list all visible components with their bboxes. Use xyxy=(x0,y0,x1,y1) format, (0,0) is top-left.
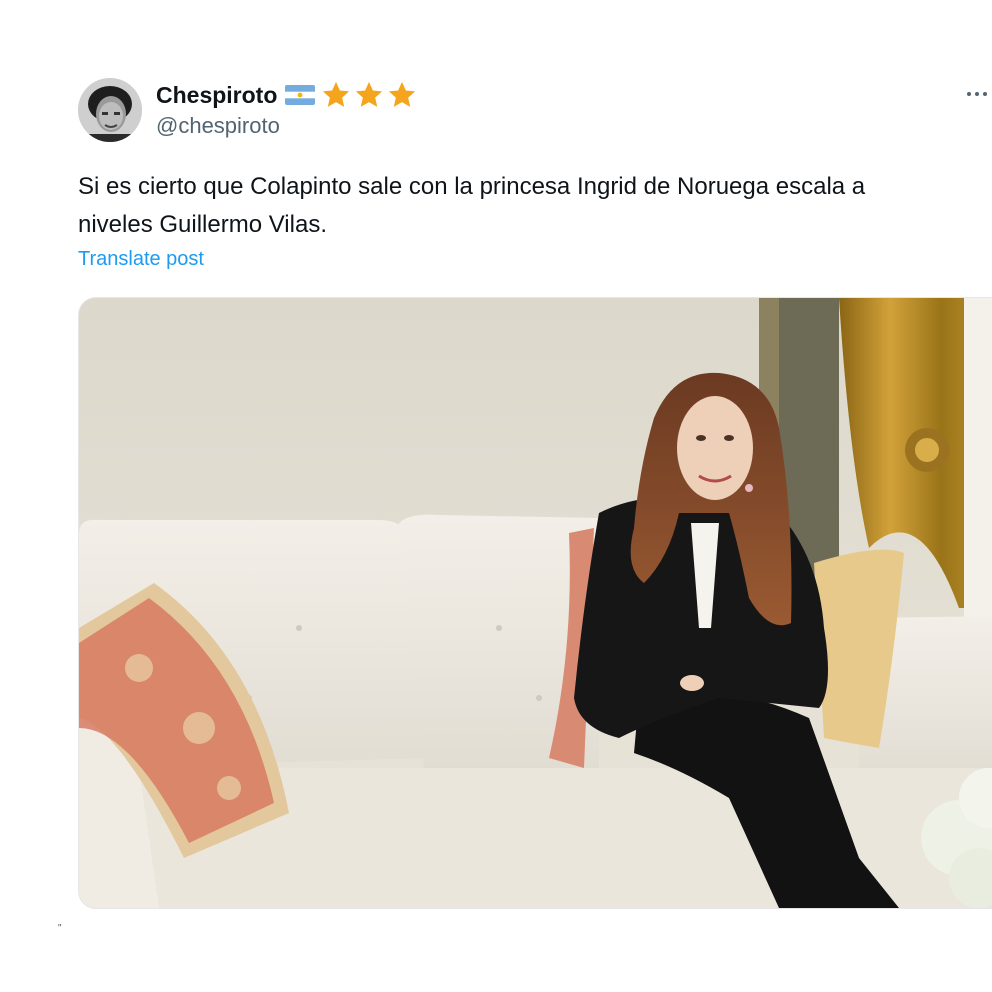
argentina-flag-icon xyxy=(285,85,316,105)
translate-post-link[interactable]: Translate post xyxy=(78,248,204,271)
more-options-button[interactable] xyxy=(962,80,992,108)
post-text-line: niveles Guillermo Vilas. xyxy=(78,211,327,238)
author-name-row: Chespiroto xyxy=(156,80,417,110)
badge-stars xyxy=(321,80,417,110)
tweet-card: Chespiroto @chespiroto Si es cierto que … xyxy=(0,0,992,992)
avatar[interactable] xyxy=(78,78,142,142)
photo-image xyxy=(79,298,992,908)
avatar-image xyxy=(78,78,142,142)
author-handle[interactable]: @chespiroto xyxy=(156,113,280,139)
author-display-name[interactable]: Chespiroto xyxy=(156,82,277,109)
star-icon xyxy=(356,81,383,107)
post-text-line: Si es cierto que Colapinto sale con la p… xyxy=(78,173,866,200)
post-media-photo[interactable] xyxy=(78,297,992,909)
more-dots-icon xyxy=(975,92,979,96)
more-dots-icon xyxy=(967,92,971,96)
footer-mark: " xyxy=(58,923,62,934)
star-icon xyxy=(323,81,350,107)
star-icon xyxy=(389,81,416,107)
more-dots-icon xyxy=(983,92,987,96)
post-text: Si es cierto que Colapinto sale con la p… xyxy=(78,168,992,244)
